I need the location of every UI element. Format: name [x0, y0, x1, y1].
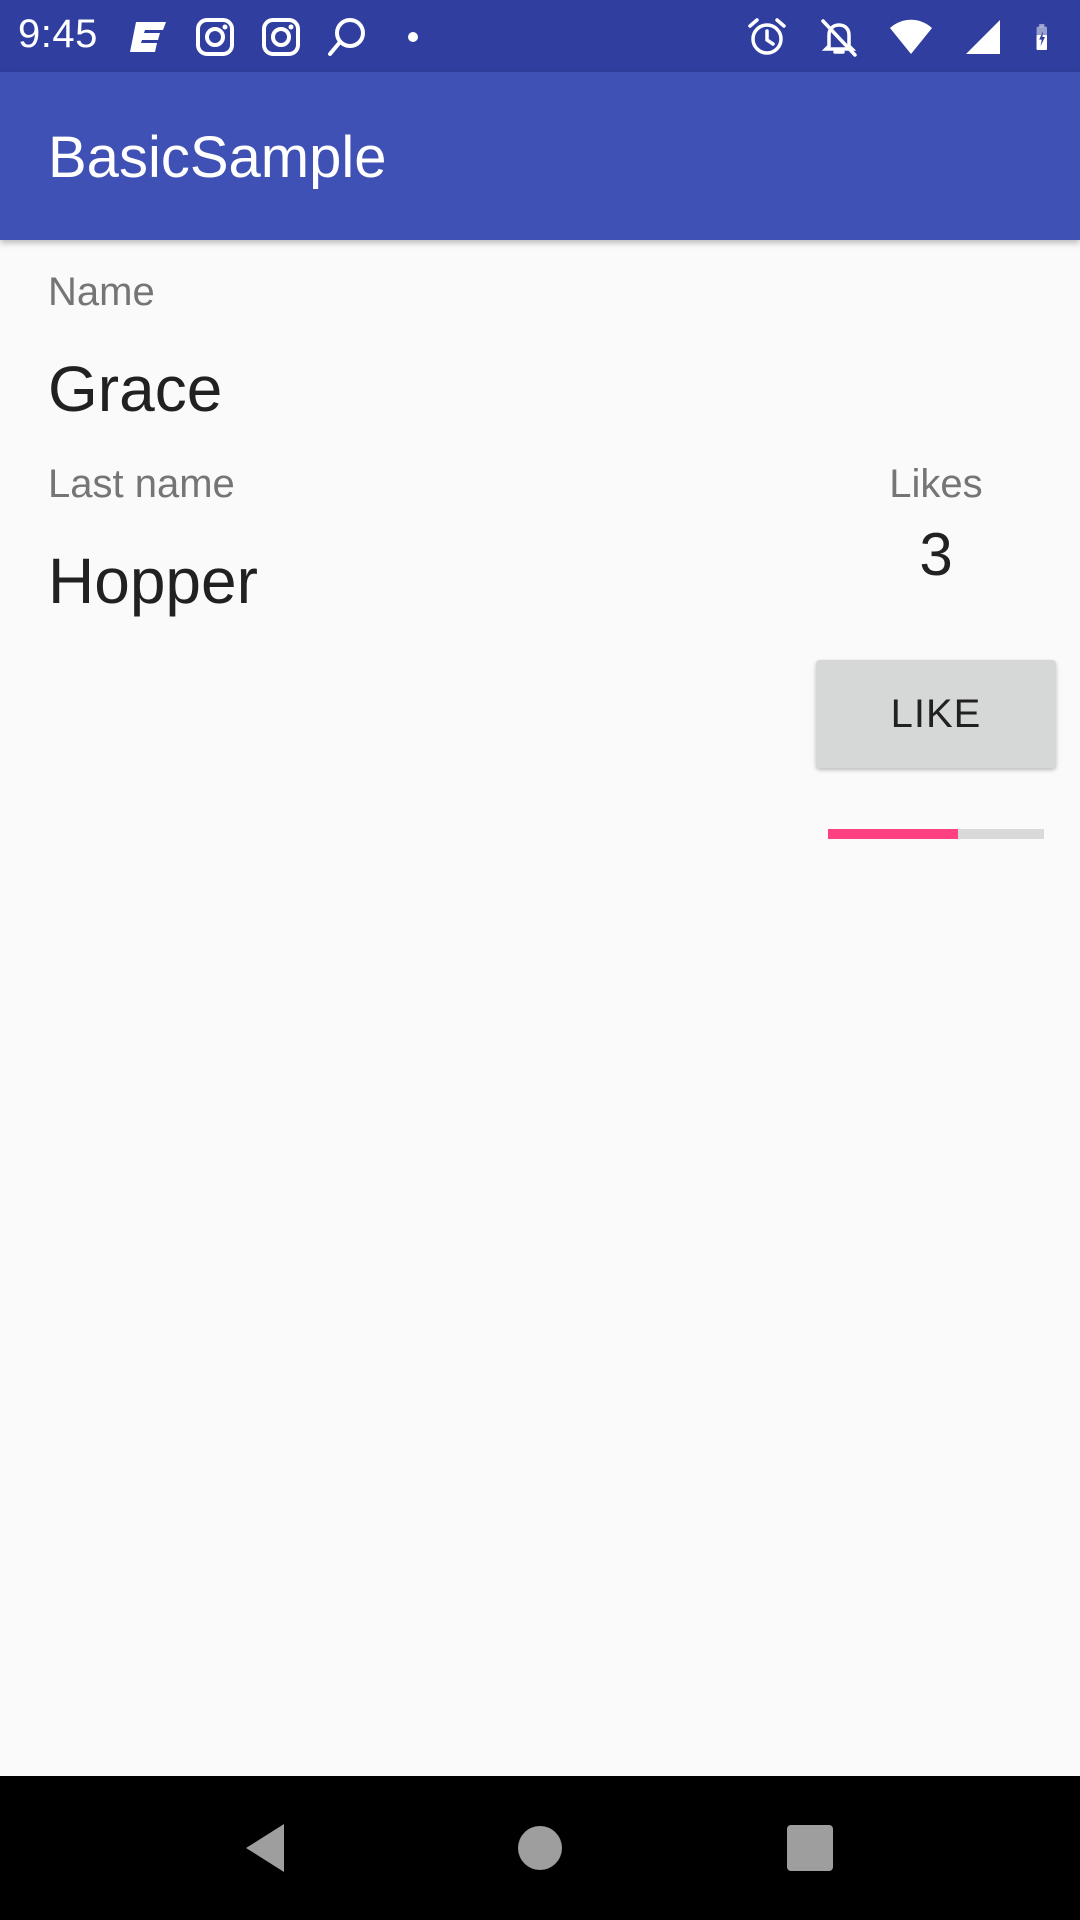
notifications-off-icon: [821, 19, 857, 57]
likes-progress-bar: [828, 829, 1044, 839]
home-icon: [518, 1826, 562, 1870]
name-label: Name: [48, 270, 155, 314]
likes-progress-fill: [828, 829, 958, 839]
recents-icon: [787, 1825, 833, 1871]
like-button[interactable]: LIKE: [816, 660, 1056, 768]
main-content: Name Grace Last name Hopper Likes 3 LIKE: [0, 240, 1080, 1776]
back-icon: [246, 1824, 284, 1872]
instagram-icon: [196, 18, 234, 56]
status-left-icons: [126, 14, 436, 60]
status-right-icons: [744, 14, 1062, 60]
wifi-icon: [890, 19, 932, 54]
alarm-icon: [748, 18, 786, 55]
recents-button[interactable]: [774, 1812, 846, 1884]
dot-icon: [408, 32, 418, 42]
last-name-label: Last name: [48, 462, 235, 506]
likes-count: 3: [919, 521, 953, 588]
navigation-bar: [0, 1776, 1080, 1920]
last-name-value: Hopper: [48, 545, 258, 617]
app-bar: BasicSample: [0, 72, 1080, 240]
status-bar: 9:45: [0, 0, 1080, 72]
name-value: Grace: [48, 353, 223, 425]
chat-icon: [328, 18, 365, 56]
app-title: BasicSample: [48, 125, 387, 190]
news-icon: [130, 22, 166, 52]
likes-label: Likes: [889, 462, 983, 506]
instagram-icon: [262, 18, 300, 56]
battery-charging-icon: [1036, 23, 1047, 51]
back-button[interactable]: [232, 1812, 304, 1884]
signal-icon: [966, 20, 1000, 54]
home-button[interactable]: [504, 1812, 576, 1884]
status-time: 9:45: [18, 12, 98, 56]
